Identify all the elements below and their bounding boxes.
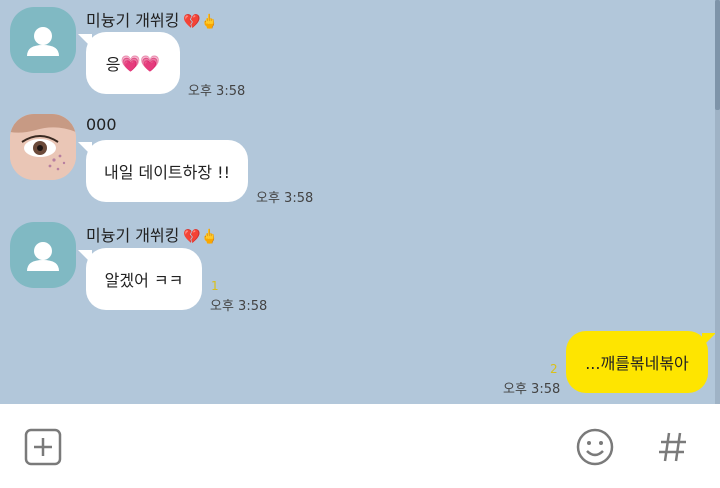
message-text: 알겠어 ㅋㅋ: [104, 271, 184, 290]
message-text: 내일 데이트하장 !!: [103, 163, 231, 182]
hash-icon[interactable]: [656, 429, 690, 469]
heart-emoji: 💗💗: [120, 53, 161, 73]
input-bar: [0, 404, 720, 488]
message-time: 오후 3:58: [210, 299, 268, 314]
sender-name: 미늉기 개쒸킹 💔🖕: [86, 11, 219, 30]
plus-square-icon[interactable]: [24, 428, 62, 470]
message-time: 오후 3:58: [256, 191, 314, 206]
sender-name: 미늉기 개쒸킹 💔🖕: [86, 226, 219, 245]
message-bubble[interactable]: 응 💗💗: [78, 32, 180, 94]
scrollbar[interactable]: [715, 0, 720, 404]
sender-emoji: 💔🖕: [183, 229, 219, 245]
message-text: ...깨를볶네볶아: [585, 354, 689, 373]
message-bubble[interactable]: 내일 데이트하장 !!: [78, 140, 248, 202]
message-bubble[interactable]: 알겠어 ㅋㅋ: [78, 248, 202, 310]
unread-count: 1: [211, 279, 219, 293]
smiley-icon[interactable]: [575, 427, 615, 471]
message-time: 오후 3:58: [503, 382, 561, 397]
scrollbar-thumb[interactable]: [715, 0, 720, 110]
sender-emoji: 💔🖕: [183, 14, 219, 30]
profile-avatar[interactable]: [10, 7, 76, 73]
profile-avatar-photo[interactable]: [10, 114, 76, 180]
person-icon: [27, 242, 59, 271]
sender-name: 000: [86, 115, 117, 134]
person-icon: [27, 27, 59, 56]
message-time: 오후 3:58: [188, 84, 246, 99]
my-message-bubble[interactable]: ...깨를볶네볶아: [566, 331, 716, 393]
message-text: 응: [105, 55, 121, 74]
face-photo: [10, 114, 76, 180]
chat-area[interactable]: 미늉기 개쒸킹 💔🖕 응 💗💗 오후 3:58 000 내일 데이트하장 !! 오후…: [0, 0, 720, 404]
unread-count: 2: [550, 362, 558, 376]
profile-avatar[interactable]: [10, 222, 76, 288]
